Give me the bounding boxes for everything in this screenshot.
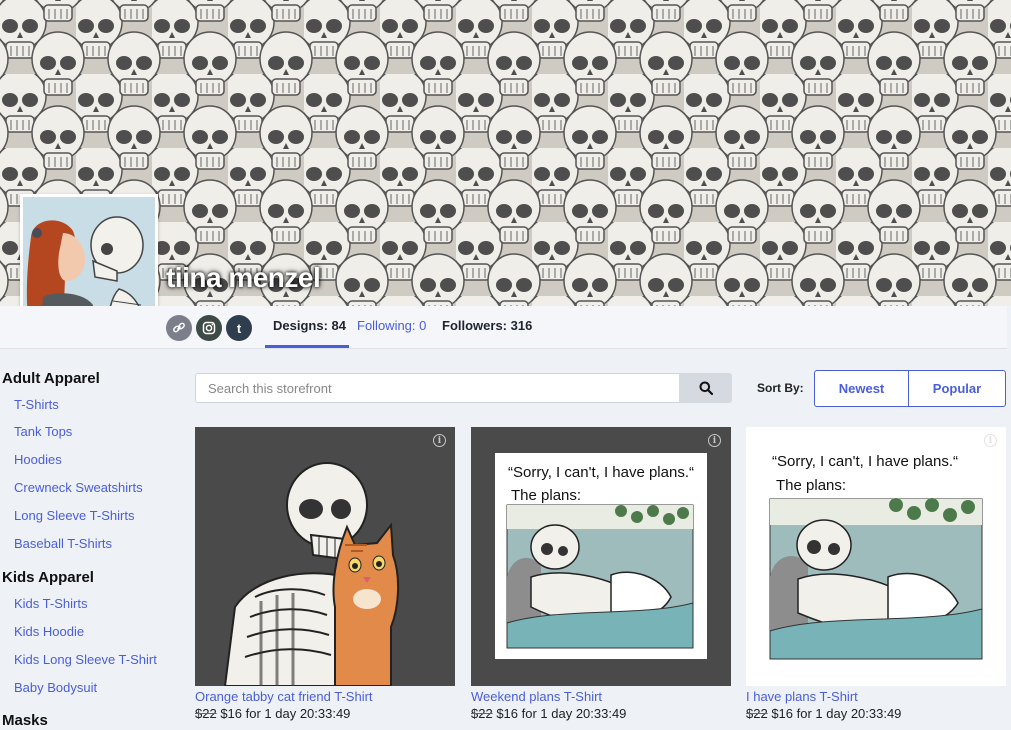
sidebar-item-tank-tops[interactable]: Tank Tops (14, 424, 72, 439)
sidebar-item-baby-bodysuit[interactable]: Baby Bodysuit (14, 680, 97, 695)
active-tab-indicator (265, 345, 349, 348)
search-input[interactable] (195, 373, 679, 403)
sidebar-item-hoodies[interactable]: Hoodies (14, 452, 62, 467)
followers-count: Followers: 316 (442, 318, 533, 333)
info-icon[interactable]: i (708, 434, 721, 447)
sort-popular-button[interactable]: Popular (908, 370, 1006, 407)
sidebar-item-long-sleeve-t-shirts[interactable]: Long Sleeve T-Shirts (14, 508, 134, 523)
designs-count-tab[interactable]: Designs: 84 (273, 318, 346, 333)
shop-name: tiina menzel (166, 262, 321, 293)
sidebar-item-kids-long-sleeve-t-shirt[interactable]: Kids Long Sleeve T-Shirt (14, 652, 157, 667)
info-icon[interactable]: i (433, 434, 446, 447)
product-price: $22 $16 for 1 day 20:33:49 (471, 706, 626, 721)
original-price: $22 (471, 706, 493, 721)
product-title[interactable]: I have plans T-Shirt (746, 689, 858, 704)
sale-price: $16 for 1 day 20:33:49 (767, 706, 902, 721)
sidebar-heading-adult-apparel: Adult Apparel (2, 370, 100, 387)
sidebar-item-t-shirts[interactable]: T-Shirts (14, 397, 59, 412)
product-price: $22 $16 for 1 day 20:33:49 (746, 706, 901, 721)
search-icon (699, 381, 713, 395)
search-button[interactable] (679, 373, 732, 403)
instagram-icon[interactable] (196, 315, 222, 341)
sort-label: Sort By: (757, 381, 804, 395)
original-price: $22 (746, 706, 768, 721)
sidebar-heading-masks[interactable]: Masks (2, 712, 48, 729)
meme-caption-line2: The plans: (776, 477, 847, 494)
product-price: $22 $16 for 1 day 20:33:49 (195, 706, 350, 721)
product-title[interactable]: Orange tabby cat friend T-Shirt (195, 689, 373, 704)
sidebar-item-kids-t-shirts[interactable]: Kids T-Shirts (14, 596, 87, 611)
product-image-orange-tabby[interactable] (195, 427, 455, 686)
sidebar-item-crewneck-sweatshirts[interactable]: Crewneck Sweatshirts (14, 480, 143, 495)
following-count-link[interactable]: Following: 0 (357, 318, 426, 333)
link-icon[interactable] (166, 315, 192, 341)
original-price: $22 (195, 706, 217, 721)
meme-caption-line1: “Sorry, I can't, I have plans.“ (508, 464, 694, 481)
meme-caption-line2: The plans: (511, 487, 582, 504)
meme-caption-line1: “Sorry, I can't, I have plans.“ (772, 453, 958, 470)
sidebar-item-kids-hoodie[interactable]: Kids Hoodie (14, 624, 84, 639)
sidebar-heading-kids-apparel: Kids Apparel (2, 569, 94, 586)
sale-price: $16 for 1 day 20:33:49 (216, 706, 351, 721)
info-icon[interactable]: i (984, 434, 997, 447)
sale-price: $16 for 1 day 20:33:49 (492, 706, 627, 721)
sidebar-item-baseball-t-shirts[interactable]: Baseball T-Shirts (14, 536, 112, 551)
tumblr-icon[interactable]: t (226, 315, 252, 341)
product-title[interactable]: Weekend plans T-Shirt (471, 689, 602, 704)
sort-newest-button[interactable]: Newest (814, 370, 909, 407)
